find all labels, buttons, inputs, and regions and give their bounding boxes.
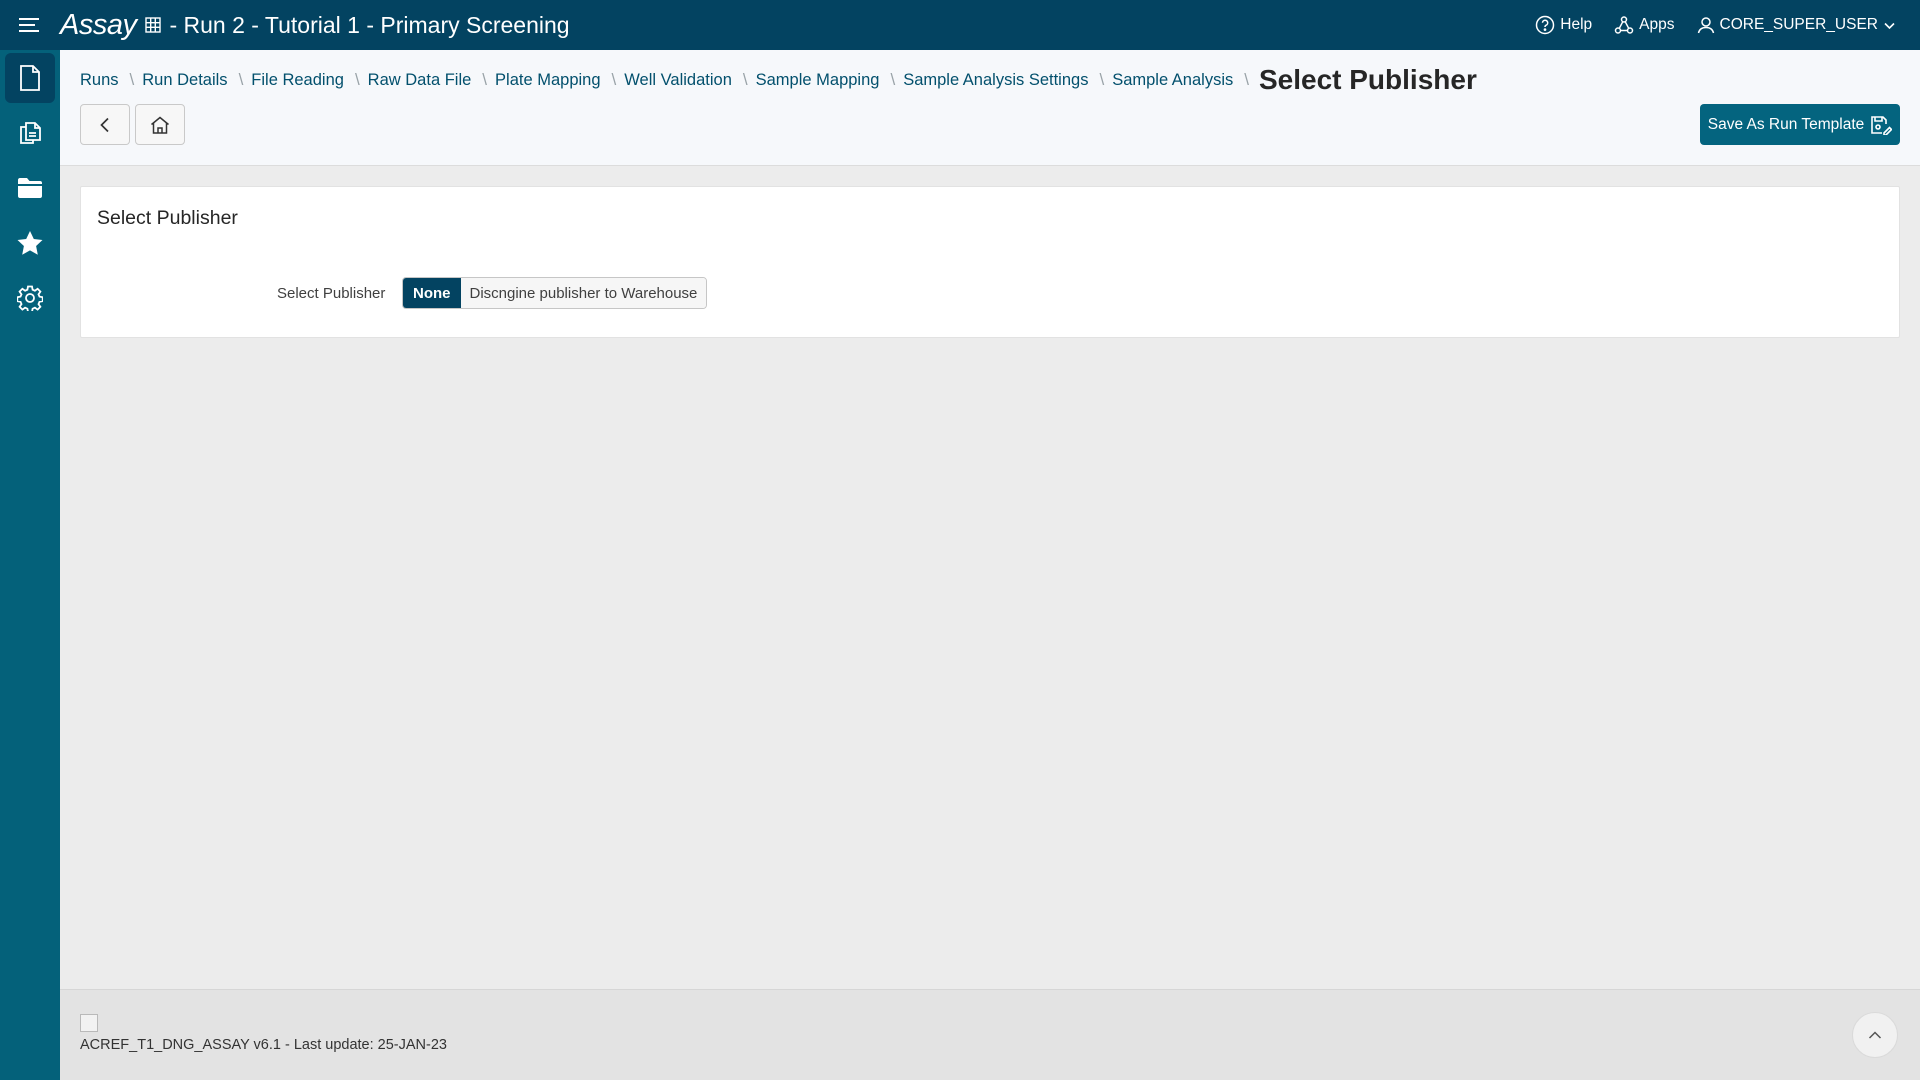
save-edit-icon bbox=[1871, 115, 1893, 135]
card-title: Select Publisher bbox=[97, 207, 238, 229]
sidebar-item-runs[interactable] bbox=[0, 50, 60, 105]
chevron-down-icon bbox=[1884, 22, 1895, 29]
menu-icon[interactable] bbox=[0, 0, 60, 50]
chevron-up-icon bbox=[1868, 1031, 1882, 1039]
folder-icon bbox=[18, 177, 42, 198]
apps-link[interactable]: Apps bbox=[1614, 15, 1675, 35]
breadcrumb-separator: \ bbox=[890, 70, 896, 89]
breadcrumb-sample-mapping[interactable]: Sample Mapping bbox=[756, 71, 880, 90]
publisher-option-warehouse[interactable]: Discngine publisher to Warehouse bbox=[460, 278, 707, 308]
breadcrumb-raw-data-file[interactable]: Raw Data File bbox=[368, 71, 472, 90]
window-title: - Run 2 - Tutorial 1 - Primary Screening bbox=[169, 11, 570, 38]
save-as-run-template-label: Save As Run Template bbox=[1707, 115, 1865, 133]
footer: ACREF_T1_DNG_ASSAY v6.1 - Last update: 2… bbox=[60, 989, 1920, 1080]
sidebar-item-files[interactable] bbox=[0, 160, 60, 215]
publisher-option-none[interactable]: None bbox=[403, 278, 461, 308]
copy-documents-icon bbox=[20, 121, 41, 144]
top-bar: Assay - Run 2 - Tutorial 1 - Primary Scr… bbox=[0, 0, 1920, 50]
breadcrumb-separator: \ bbox=[354, 70, 360, 89]
scroll-to-top-button[interactable] bbox=[1852, 1012, 1898, 1058]
breadcrumb-well-validation[interactable]: Well Validation bbox=[624, 71, 732, 90]
help-label: Help bbox=[1560, 16, 1593, 33]
breadcrumb-separator: \ bbox=[482, 70, 488, 89]
chevron-left-icon bbox=[100, 117, 109, 132]
apps-label: Apps bbox=[1639, 16, 1675, 33]
document-icon bbox=[20, 64, 40, 91]
home-button[interactable] bbox=[135, 104, 185, 145]
breadcrumb-run-details[interactable]: Run Details bbox=[142, 71, 227, 90]
gear-icon bbox=[17, 285, 43, 311]
grid-icon bbox=[145, 17, 162, 33]
breadcrumb-sample-analysis-settings[interactable]: Sample Analysis Settings bbox=[903, 71, 1088, 90]
sidebar bbox=[0, 50, 60, 1080]
sidebar-item-settings[interactable] bbox=[0, 270, 60, 325]
user-label: CORE_SUPER_USER bbox=[1719, 16, 1879, 33]
publisher-selector: None Discngine publisher to Warehouse bbox=[402, 277, 708, 309]
breadcrumb-separator: \ bbox=[742, 70, 748, 89]
back-button[interactable] bbox=[80, 104, 130, 145]
breadcrumb: Runs \ Run Details \ File Reading \ Raw … bbox=[80, 64, 1477, 96]
star-icon bbox=[17, 230, 43, 255]
app-name[interactable]: Assay bbox=[60, 9, 137, 42]
sidebar-item-favorites[interactable] bbox=[0, 215, 60, 270]
breadcrumb-separator: \ bbox=[238, 70, 244, 89]
version-text: ACREF_T1_DNG_ASSAY v6.1 - Last update: 2… bbox=[80, 1037, 447, 1053]
page-title: Select Publisher bbox=[1258, 64, 1477, 95]
select-publisher-label: Select Publisher bbox=[277, 285, 386, 302]
breadcrumb-sample-analysis[interactable]: Sample Analysis bbox=[1112, 71, 1233, 90]
breadcrumb-separator: \ bbox=[611, 70, 617, 89]
broken-image-icon bbox=[80, 1014, 98, 1032]
breadcrumb-separator: \ bbox=[129, 70, 135, 89]
top-right-menu: Help Apps CORE_SUPER_USER bbox=[1535, 0, 1896, 50]
breadcrumb-separator: \ bbox=[1244, 70, 1249, 89]
breadcrumb-file-reading[interactable]: File Reading bbox=[251, 71, 344, 90]
breadcrumb-separator: \ bbox=[1099, 70, 1105, 89]
home-icon bbox=[151, 116, 169, 134]
sidebar-item-templates[interactable] bbox=[0, 105, 60, 160]
breadcrumb-runs[interactable]: Runs bbox=[80, 71, 119, 90]
help-icon bbox=[1536, 15, 1555, 35]
page-header: Runs \ Run Details \ File Reading \ Raw … bbox=[60, 50, 1920, 166]
breadcrumb-plate-mapping[interactable]: Plate Mapping bbox=[495, 71, 601, 90]
user-icon bbox=[1697, 17, 1714, 34]
apps-icon bbox=[1614, 16, 1634, 34]
help-link[interactable]: Help bbox=[1535, 15, 1592, 35]
user-menu[interactable]: CORE_SUPER_USER bbox=[1697, 16, 1897, 34]
save-as-run-template-button[interactable]: Save As Run Template bbox=[1700, 104, 1900, 145]
select-publisher-card: Select Publisher Select Publisher None D… bbox=[80, 186, 1900, 338]
